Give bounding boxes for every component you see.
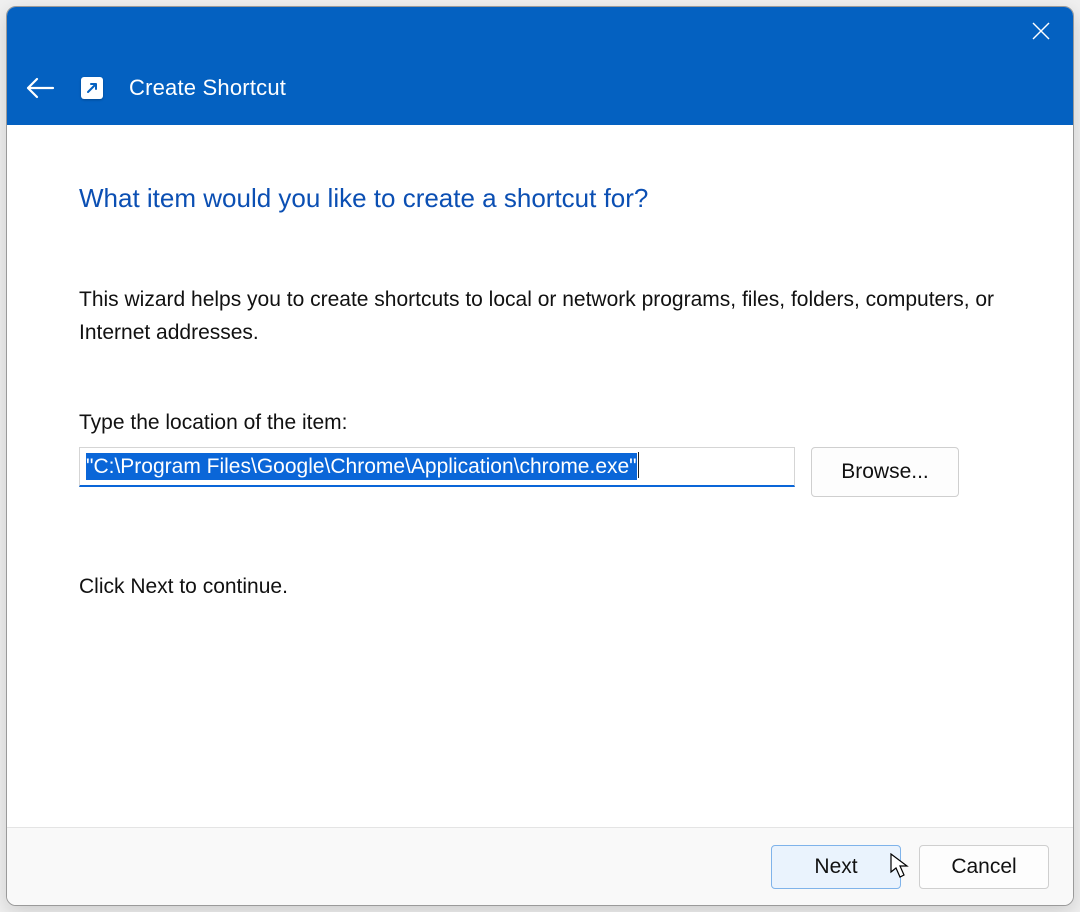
next-button[interactable]: Next bbox=[771, 845, 901, 889]
dialog-body: What item would you like to create a sho… bbox=[7, 125, 1073, 827]
shortcut-icon bbox=[81, 77, 103, 99]
continue-text: Click Next to continue. bbox=[79, 575, 1007, 599]
location-input[interactable]: "C:\Program Files\Google\Chrome\Applicat… bbox=[79, 447, 795, 487]
back-arrow-icon bbox=[25, 77, 55, 99]
cancel-button[interactable]: Cancel bbox=[919, 845, 1049, 889]
cancel-button-label: Cancel bbox=[951, 855, 1016, 879]
text-caret bbox=[638, 452, 639, 478]
location-input-value: "C:\Program Files\Google\Chrome\Applicat… bbox=[86, 453, 637, 480]
create-shortcut-dialog: Create Shortcut What item would you like… bbox=[6, 6, 1074, 906]
window-title: Create Shortcut bbox=[129, 75, 286, 101]
page-heading: What item would you like to create a sho… bbox=[79, 183, 1007, 214]
browse-button[interactable]: Browse... bbox=[811, 447, 959, 497]
back-button[interactable] bbox=[25, 77, 55, 99]
dialog-footer: Next Cancel bbox=[7, 827, 1073, 905]
close-icon bbox=[1032, 22, 1050, 40]
location-label: Type the location of the item: bbox=[79, 411, 1007, 435]
browse-button-label: Browse... bbox=[841, 460, 929, 484]
next-button-label: Next bbox=[814, 855, 857, 879]
title-bar: Create Shortcut bbox=[7, 7, 1073, 125]
close-button[interactable] bbox=[1013, 9, 1069, 53]
description-text: This wizard helps you to create shortcut… bbox=[79, 284, 999, 349]
